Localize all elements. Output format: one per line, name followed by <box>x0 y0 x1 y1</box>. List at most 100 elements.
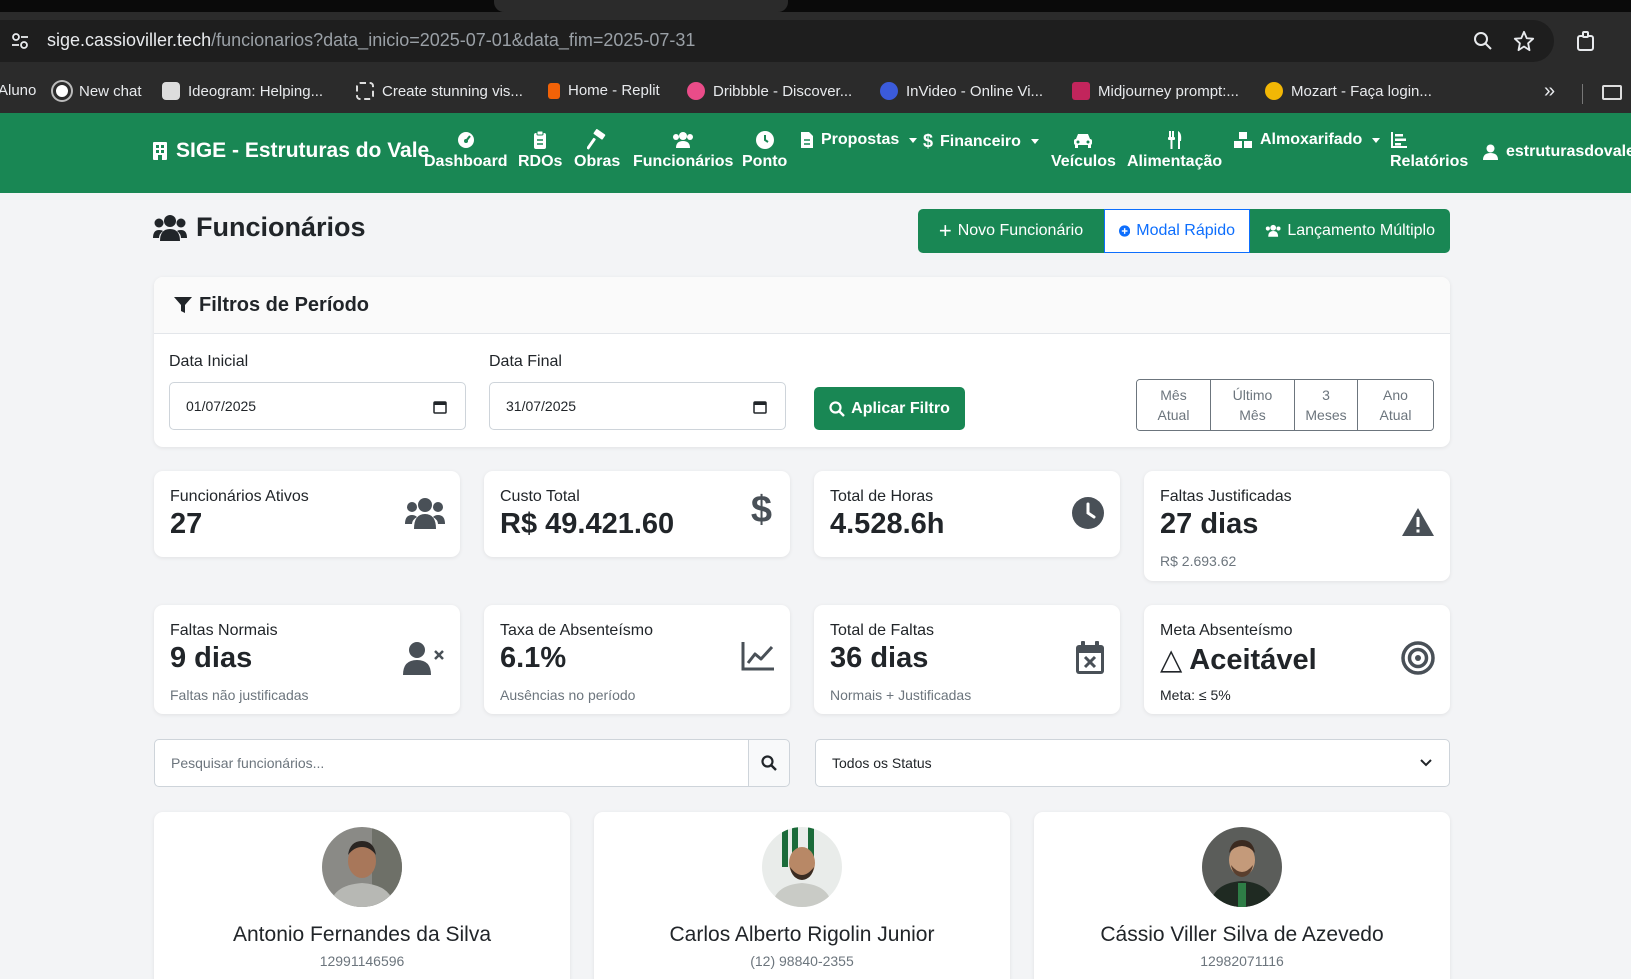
stat-value: 6.1% <box>500 642 567 674</box>
employee-name: Antonio Fernandes da Silva <box>233 923 491 946</box>
bookmark-label: Create stunning vis... <box>382 82 523 100</box>
active-tab[interactable] <box>494 0 788 12</box>
quick-label-line: Atual <box>1157 407 1190 423</box>
avatar <box>322 827 402 907</box>
bookmark-create-stunning[interactable]: Create stunning vis... <box>356 82 523 100</box>
status-filter-select[interactable]: Todos os Status <box>815 739 1450 787</box>
nav-alimentacao[interactable]: Alimentação <box>1127 129 1222 171</box>
nav-rdos[interactable]: RDOs <box>518 129 562 171</box>
bookmark-label: Ideogram: Helping... <box>188 82 324 100</box>
utensils-icon <box>1167 131 1181 149</box>
bookmark-aluno[interactable]: Aluno <box>0 82 36 99</box>
search-placeholder: Pesquisar funcionários... <box>171 755 325 771</box>
chevron-down-icon <box>1030 139 1039 144</box>
bookmark-mozart[interactable]: Mozart - Faça login... <box>1265 82 1432 100</box>
employee-card[interactable]: Cássio Viller Silva de Azevedo 129820711… <box>1034 812 1450 979</box>
nav-propostas[interactable]: Propostas <box>800 131 918 149</box>
stat-card-justified-absences: Faltas Justificadas 27 dias R$ 2.693.62 <box>1144 471 1450 581</box>
employee-search-input[interactable]: Pesquisar funcionários... <box>154 739 749 787</box>
avatar <box>1202 827 1282 907</box>
boxes-icon <box>1234 132 1252 148</box>
bookmark-new-chat[interactable]: New chat <box>53 82 142 100</box>
users-icon <box>673 132 694 148</box>
bookmarks-more-button[interactable]: » <box>1544 80 1555 103</box>
bookmark-star-icon[interactable] <box>1513 30 1535 52</box>
status-selected-value: Todos os Status <box>832 755 932 771</box>
invideo-icon <box>880 82 898 100</box>
url-path: /funcionarios?data_inicio=2025-07-01&dat… <box>211 30 696 50</box>
canva-icon <box>356 82 374 100</box>
apply-filter-button[interactable]: Aplicar Filtro <box>814 387 965 430</box>
target-icon <box>1401 641 1435 675</box>
quick-label-line: Mês <box>1160 387 1187 403</box>
brand-link[interactable]: SIGE - Estruturas do Vale <box>152 139 429 163</box>
quick-current-month-button[interactable]: Mês Atual <box>1137 380 1211 430</box>
stat-label: Faltas Justificadas <box>1160 488 1292 505</box>
stat-label: Funcionários Ativos <box>170 488 309 505</box>
stat-card-normal-absences: Faltas Normais 9 dias Faltas não justifi… <box>154 605 460 714</box>
address-bar[interactable]: sige.cassioviller.tech/funcionarios?data… <box>0 20 1554 62</box>
url-host: sige.cassioviller.tech <box>47 30 212 50</box>
bookmark-invideo[interactable]: InVideo - Online Vi... <box>880 82 1043 100</box>
zoom-icon[interactable] <box>1473 31 1493 51</box>
stat-label: Custo Total <box>500 488 580 505</box>
dollar-icon: $ <box>923 131 934 151</box>
stat-subtext: Ausências no período <box>500 687 636 703</box>
filter-icon <box>174 297 192 313</box>
employee-card[interactable]: Carlos Alberto Rigolin Junior (12) 98840… <box>594 812 1010 979</box>
nav-almoxarifado[interactable]: Almoxarifado <box>1233 131 1381 149</box>
chevron-down-icon <box>1372 137 1381 143</box>
search-button[interactable] <box>748 739 790 787</box>
folder-icon[interactable] <box>1602 85 1622 100</box>
stat-value: 9 dias <box>170 642 253 674</box>
filter-title: Filtros de Período <box>199 293 370 316</box>
bookmark-midjourney[interactable]: Midjourney prompt:... <box>1072 82 1239 100</box>
mozart-icon <box>1265 82 1283 100</box>
employee-phone: 12991146596 <box>319 953 405 969</box>
end-date-input[interactable]: 31/07/2025 <box>489 382 786 430</box>
users-icon <box>1265 224 1281 237</box>
bookmark-dribbble[interactable]: Dribbble - Discover... <box>687 82 852 100</box>
quick-label-line: 3 <box>1322 387 1330 403</box>
stat-label: Total de Horas <box>830 488 934 505</box>
quick-3-months-button[interactable]: 3 Meses <box>1295 380 1358 430</box>
user-name: estruturasdovale <box>1506 143 1631 160</box>
new-employee-button[interactable]: + Novo Funcionário <box>918 209 1104 253</box>
nav-ponto[interactable]: Ponto <box>742 129 787 171</box>
url-text[interactable]: sige.cassioviller.tech/funcionarios?data… <box>47 30 695 51</box>
chevron-down-icon <box>909 137 918 143</box>
chart-bar-icon <box>1391 132 1407 148</box>
button-label: Lançamento Múltiplo <box>1287 222 1435 239</box>
employee-card[interactable]: Antonio Fernandes da Silva 12991146596 <box>154 812 570 979</box>
filter-card-header: Filtros de Período <box>154 277 1450 334</box>
nav-relatorios[interactable]: Relatórios <box>1390 129 1468 171</box>
calendar-icon[interactable] <box>433 400 447 414</box>
nav-financeiro[interactable]: $ Financeiro <box>923 131 1039 152</box>
extensions-icon[interactable] <box>1575 31 1597 53</box>
bookmarks-divider <box>1582 84 1583 104</box>
clock-icon <box>1072 497 1104 529</box>
bookmark-ideogram[interactable]: Ideogram: Helping... <box>162 82 323 100</box>
nav-dashboard[interactable]: Dashboard <box>424 129 508 171</box>
end-date-label: Data Final <box>489 353 562 370</box>
plus-circle-icon <box>1119 225 1131 237</box>
nav-label: Veículos <box>1051 153 1116 170</box>
start-date-input[interactable]: 01/07/2025 <box>169 382 466 430</box>
user-menu[interactable]: estruturasdovale <box>1483 143 1631 161</box>
nav-obras[interactable]: Obras <box>574 129 620 171</box>
nav-funcionarios[interactable]: Funcionários <box>633 129 733 171</box>
bookmark-replit[interactable]: Home - Replit <box>548 82 660 99</box>
building-icon <box>153 142 167 160</box>
calendar-times-icon <box>1076 641 1104 674</box>
quick-current-year-button[interactable]: Ano Atual <box>1358 380 1433 430</box>
bookmark-label: InVideo - Online Vi... <box>906 82 1044 100</box>
site-settings-icon[interactable] <box>10 31 30 51</box>
multi-entry-button[interactable]: Lançamento Múltiplo <box>1250 209 1450 253</box>
calendar-icon[interactable] <box>753 400 767 414</box>
quick-last-month-button[interactable]: Último Mês <box>1211 380 1295 430</box>
stat-value: R$ 49.421.60 <box>500 508 675 540</box>
quick-modal-button[interactable]: Modal Rápido <box>1104 209 1250 253</box>
bookmark-label: New chat <box>79 82 142 100</box>
browser-chrome: sige.cassioviller.tech/funcionarios?data… <box>0 12 1631 113</box>
nav-veiculos[interactable]: Veículos <box>1051 129 1116 171</box>
